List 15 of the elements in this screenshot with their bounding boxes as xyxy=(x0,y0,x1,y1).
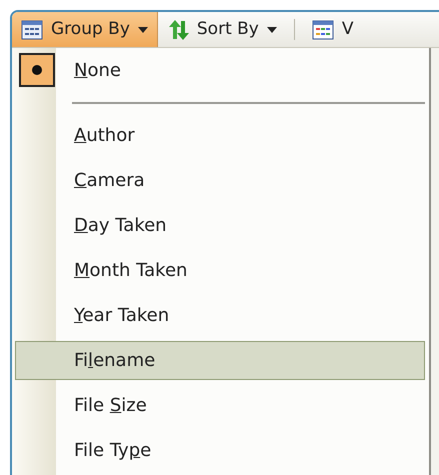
menu-item[interactable]: None xyxy=(15,51,425,90)
menu-item[interactable]: Camera xyxy=(15,161,425,200)
menu-item[interactable]: Day Taken xyxy=(15,206,425,245)
menu-item[interactable]: Author xyxy=(15,116,425,155)
grid-icon xyxy=(312,18,334,40)
menu-item[interactable]: Year Taken xyxy=(15,296,425,335)
toolbar-button[interactable]: V xyxy=(302,12,363,47)
toolbar-button[interactable]: Group By xyxy=(12,12,158,47)
up-down-arrows-icon xyxy=(166,18,189,40)
menu-item[interactable]: File Size xyxy=(15,386,425,425)
menu-item[interactable]: Filename xyxy=(15,341,425,380)
menu-item[interactable]: Month Taken xyxy=(15,251,425,290)
toolbar-button[interactable]: Sort By xyxy=(158,12,286,47)
grid-icon xyxy=(21,18,43,40)
menu-item[interactable]: File Type xyxy=(15,431,425,470)
